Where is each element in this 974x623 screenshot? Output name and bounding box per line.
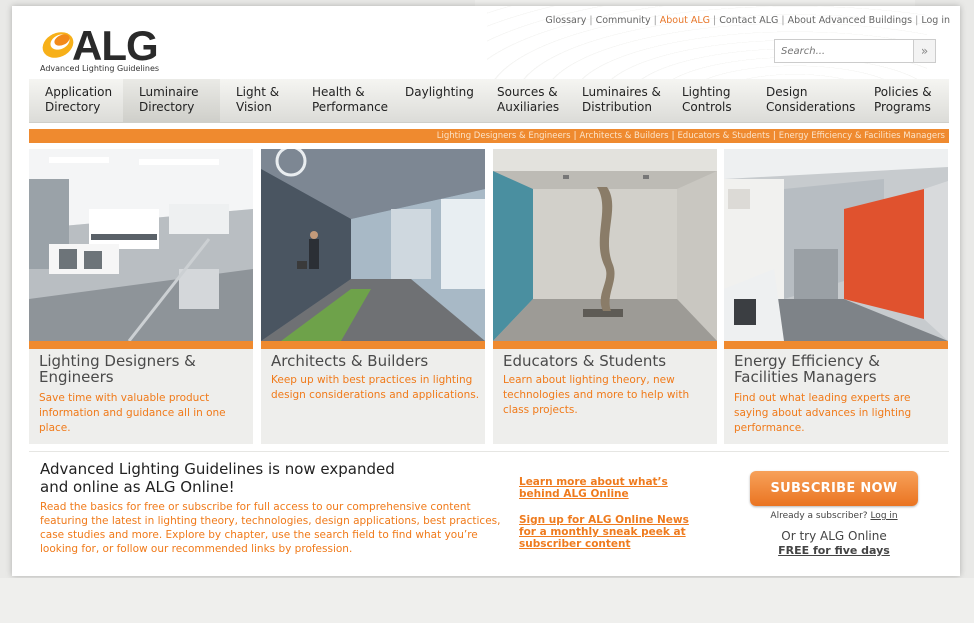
audience-link-facilities[interactable]: Energy Efficiency & Facilities Managers bbox=[779, 131, 945, 141]
util-link-about-advanced-buildings[interactable]: About Advanced Buildings bbox=[788, 15, 913, 26]
audience-link-architects[interactable]: Architects & Builders bbox=[579, 131, 668, 141]
card-architects[interactable]: Architects & Builders Keep up with best … bbox=[261, 149, 485, 444]
audience-bar: Lighting Designers & Engineers | Architect… bbox=[29, 129, 949, 143]
card-educators[interactable]: Educators & Students Learn about lightin… bbox=[493, 149, 717, 444]
promo-body: Read the basics for free or subscribe fo… bbox=[40, 501, 501, 555]
card-title[interactable]: Lighting Designers & Engineers bbox=[39, 353, 249, 385]
util-link-about-alg[interactable]: About ALG bbox=[660, 15, 710, 26]
promo-links: Learn more about what’s behind ALG Onlin… bbox=[519, 476, 714, 564]
card-image-office[interactable] bbox=[29, 149, 253, 341]
logo-text: ALG bbox=[72, 22, 159, 69]
logo-subtitle: Advanced Lighting Guidelines bbox=[40, 64, 160, 73]
search-input[interactable] bbox=[775, 40, 913, 62]
card-image-sculpture[interactable] bbox=[493, 149, 717, 341]
card-accent-bar bbox=[261, 341, 485, 349]
card-accent-bar bbox=[29, 341, 253, 349]
subscribe-now-button[interactable]: SUBSCRIBE NOW bbox=[750, 471, 918, 506]
already-subscriber-text: Already a subscriber? bbox=[770, 511, 868, 521]
card-description: Find out what leading experts are saying… bbox=[734, 392, 912, 434]
util-link-glossary[interactable]: Glossary bbox=[545, 15, 586, 26]
card-description: Keep up with best practices in lighting … bbox=[271, 374, 480, 401]
subscriber-login-link[interactable]: Log in bbox=[870, 511, 897, 521]
search-box: » bbox=[774, 39, 936, 63]
nav-design-considerations[interactable]: Design Considerations bbox=[750, 79, 858, 122]
nav-policies-programs[interactable]: Policies & Programs bbox=[858, 79, 949, 122]
newsletter-signup-link[interactable]: Sign up for ALG Online News for a monthl… bbox=[519, 514, 714, 550]
util-link-login[interactable]: Log in bbox=[921, 15, 950, 26]
card-accent-bar bbox=[493, 341, 717, 349]
card-description: Save time with valuable product informat… bbox=[39, 392, 226, 434]
card-image-workspace[interactable] bbox=[724, 149, 948, 341]
card-accent-bar bbox=[724, 341, 948, 349]
card-image-corridor[interactable] bbox=[261, 149, 485, 341]
main-nav: Application Directory Luminaire Director… bbox=[29, 79, 949, 123]
page-container: ALG Advanced Lighting Guidelines Glossar… bbox=[12, 6, 960, 576]
free-trial-link[interactable]: FREE for five days bbox=[750, 544, 918, 557]
card-title[interactable]: Educators & Students bbox=[503, 353, 713, 369]
try-online-text: Or try ALG Online bbox=[781, 529, 887, 543]
nav-application-directory[interactable]: Application Directory bbox=[29, 79, 123, 122]
nav-sources-auxiliaries[interactable]: Sources & Auxiliaries bbox=[481, 79, 566, 122]
card-facilities[interactable]: Energy Efficiency & Facilities Managers … bbox=[724, 149, 948, 444]
card-title[interactable]: Energy Efficiency & Facilities Managers bbox=[734, 353, 944, 385]
logo-swoosh-icon bbox=[42, 32, 74, 58]
nav-daylighting[interactable]: Daylighting bbox=[389, 79, 481, 122]
card-description: Learn about lighting theory, new technol… bbox=[503, 374, 690, 416]
search-go-button[interactable]: » bbox=[913, 40, 935, 62]
audience-link-educators[interactable]: Educators & Students bbox=[677, 131, 769, 141]
learn-more-link[interactable]: Learn more about what’s behind ALG Onlin… bbox=[519, 476, 714, 500]
alg-logo[interactable]: ALG Advanced Lighting Guidelines bbox=[38, 20, 188, 76]
nav-luminaires-distribution[interactable]: Luminaires & Distribution bbox=[566, 79, 666, 122]
nav-health-performance[interactable]: Health & Performance bbox=[296, 79, 389, 122]
footer-band bbox=[0, 578, 974, 623]
nav-lighting-controls[interactable]: Lighting Controls bbox=[666, 79, 750, 122]
nav-luminaire-directory[interactable]: Luminaire Directory bbox=[123, 79, 220, 122]
section-divider bbox=[29, 451, 949, 452]
util-link-community[interactable]: Community bbox=[596, 15, 651, 26]
already-subscriber: Already a subscriber? Log in bbox=[750, 511, 918, 521]
card-designers[interactable]: Lighting Designers & Engineers Save time… bbox=[29, 149, 253, 444]
promo-headline: Advanced Lighting Guidelines is now expa… bbox=[40, 460, 395, 496]
util-link-contact-alg[interactable]: Contact ALG bbox=[719, 15, 778, 26]
audience-link-designers[interactable]: Lighting Designers & Engineers bbox=[437, 131, 571, 141]
nav-light-vision[interactable]: Light & Vision bbox=[220, 79, 296, 122]
card-title[interactable]: Architects & Builders bbox=[271, 353, 481, 369]
utility-links: Glossary | Community | About ALG | Contact ALG… bbox=[545, 15, 950, 26]
